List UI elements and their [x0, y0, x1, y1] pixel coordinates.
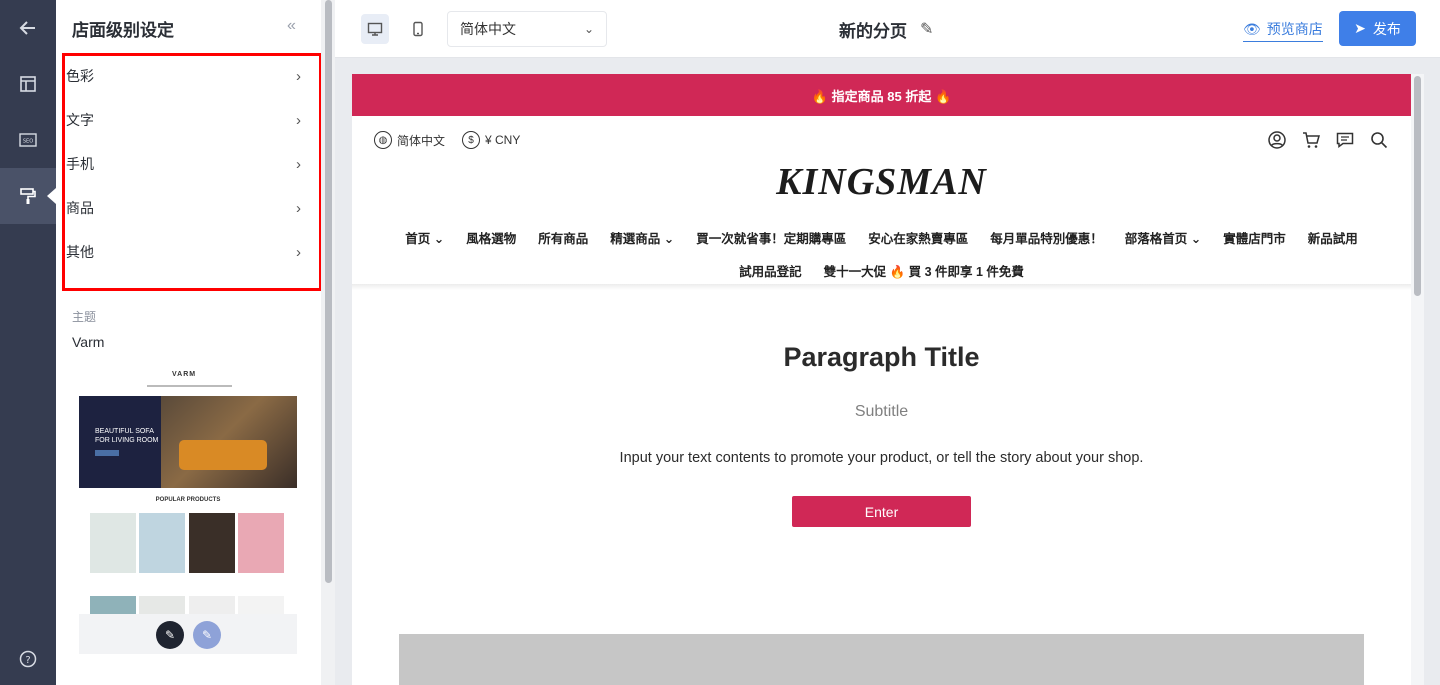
preview-store-link[interactable]: 👁 预览商店 [1243, 19, 1323, 42]
paragraph-subtitle: Subtitle [854, 403, 909, 420]
nav-item[interactable]: 部落格首页 ⌄ [1125, 228, 1201, 247]
main-nav-row-2: 試用品登記 雙十一大促 🔥 買 3 件即享 1 件免費 [352, 261, 1411, 280]
chevron-right-icon: › [296, 243, 301, 261]
mobile-icon [413, 21, 423, 37]
menu-item-label: 文字 [66, 112, 94, 128]
menu-item-label: 商品 [66, 200, 94, 216]
nav-item[interactable]: 所有商品 [538, 228, 588, 247]
util-currency: ¥ CNY [485, 133, 521, 147]
product-tile [90, 513, 136, 573]
layout-icon [20, 76, 36, 92]
edit-title-icon[interactable]: ✎ [920, 19, 933, 39]
desktop-icon [367, 22, 383, 36]
header-divider [352, 284, 1411, 290]
nav-item[interactable]: 首页 ⌄ [405, 228, 444, 247]
active-indicator [47, 188, 56, 204]
nav-item[interactable]: 買一次就省事！定期購專區 [696, 228, 846, 247]
nav-item[interactable]: 試用品登記 [739, 261, 802, 280]
thumbnail-logo: VARM [172, 371, 197, 378]
globe-icon: ◍ [374, 131, 392, 149]
theme-label: 主题 [72, 310, 97, 324]
help-button[interactable]: ? [0, 631, 56, 685]
message-icon[interactable] [1334, 129, 1356, 151]
enter-button[interactable]: Enter [792, 496, 971, 527]
nav-item[interactable]: 風格選物 [466, 228, 516, 247]
menu-item-mobile[interactable]: 手机 › [66, 142, 301, 186]
seo-button[interactable]: SEO [0, 112, 56, 168]
product-tile [139, 513, 185, 573]
language-value: 简体中文 [460, 21, 516, 37]
util-language: 简体中文 [397, 133, 446, 148]
eye-icon: 👁 [1243, 20, 1261, 37]
chevron-right-icon: › [296, 155, 301, 173]
image-placeholder [399, 634, 1364, 685]
main-nav-row-1: 首页 ⌄ 風格選物 所有商品 精選商品 ⌄ 買一次就省事！定期購專區 安心在家熱… [352, 228, 1411, 247]
theme-thumbnail[interactable]: VARM BEAUTIFUL SOFA FOR LIVING ROOM POPU… [79, 364, 297, 654]
nav-item[interactable]: 新品試用 [1308, 228, 1358, 247]
send-icon: ➤ [1354, 20, 1366, 36]
arrow-left-icon [19, 21, 35, 35]
menu-item-label: 其他 [66, 244, 94, 260]
publish-label: 发布 [1372, 20, 1401, 37]
store-logo[interactable]: KINGSMAN [352, 160, 1411, 204]
editor-topbar: 简体中文 ⌄ 新的分页 ✎ 👁 预览商店 ➤ 发布 [335, 0, 1440, 58]
chevron-down-icon: ⌄ [583, 22, 594, 36]
color-picker-bar [79, 614, 297, 654]
mobile-view-button[interactable] [404, 14, 432, 44]
cart-icon[interactable] [1300, 129, 1322, 151]
canvas-scrollbar[interactable] [1414, 76, 1421, 296]
language-switcher[interactable]: ◍ 简体中文 [374, 131, 445, 149]
menu-item-other[interactable]: 其他 › [66, 230, 301, 274]
menu-item-color[interactable]: 色彩 › [66, 54, 301, 98]
layout-button[interactable] [0, 56, 56, 112]
dollar-icon: $ [462, 131, 480, 149]
account-icon[interactable] [1266, 129, 1288, 151]
menu-item-label: 色彩 [66, 68, 94, 84]
svg-text:SEO: SEO [23, 139, 33, 145]
light-picker-icon[interactable]: ✎ [193, 621, 221, 649]
chevron-right-icon: › [296, 199, 301, 217]
search-icon[interactable] [1368, 129, 1390, 151]
nav-item[interactable]: 每月單品特別優惠！ [990, 228, 1103, 247]
nav-item[interactable]: 雙十一大促 🔥 買 3 件即享 1 件免費 [824, 261, 1024, 280]
help-icon: ? [19, 650, 37, 668]
chevron-right-icon: › [296, 111, 301, 129]
product-tile [189, 513, 235, 573]
paragraph-title: Paragraph Title [783, 342, 980, 372]
product-tile [238, 513, 284, 573]
collapse-icon[interactable]: « [287, 17, 296, 35]
paint-roller-icon [20, 188, 36, 204]
back-button[interactable] [0, 0, 56, 56]
thumbnail-nav [147, 385, 232, 387]
dark-picker-icon[interactable]: ✎ [156, 621, 184, 649]
svg-text:?: ? [25, 655, 30, 666]
preview-label: 预览商店 [1266, 21, 1323, 37]
hero-sofa-image [179, 440, 267, 470]
nav-item[interactable]: 安心在家熱賣專區 [868, 228, 968, 247]
thumbnail-popular-heading: POPULAR PRODUCTS [155, 497, 221, 503]
thumbnail-hero: BEAUTIFUL SOFA FOR LIVING ROOM [79, 396, 297, 488]
left-rail: SEO ? [0, 0, 56, 685]
hero-text: BEAUTIFUL SOFA FOR LIVING ROOM [95, 428, 159, 444]
publish-button[interactable]: ➤ 发布 [1339, 11, 1416, 46]
panel-title: 店面级别设定 [72, 21, 174, 40]
language-select[interactable]: 简体中文 ⌄ [447, 11, 607, 47]
promo-banner[interactable]: 🔥 指定商品 85 折起 🔥 [352, 74, 1411, 116]
page-title: 新的分页 [839, 22, 907, 41]
menu-item-product[interactable]: 商品 › [66, 186, 301, 230]
currency-switcher[interactable]: $ ¥ CNY [462, 131, 520, 149]
nav-item[interactable]: 精選商品 ⌄ [610, 228, 674, 247]
settings-panel: 店面级别设定 « 色彩 › 文字 › 手机 › 商品 › 其他 › 主题 Var… [56, 0, 321, 685]
theme-name: Varm [72, 334, 105, 350]
panel-scrollbar[interactable] [325, 0, 332, 583]
paragraph-body: Input your text contents to promote your… [619, 450, 1144, 466]
menu-item-text[interactable]: 文字 › [66, 98, 301, 142]
desktop-view-button[interactable] [361, 14, 389, 44]
seo-icon: SEO [19, 133, 37, 147]
store-preview-canvas: 🔥 指定商品 85 折起 🔥 ◍ 简体中文 $ ¥ CNY KINGSMAN 首… [352, 74, 1411, 685]
chevron-right-icon: › [296, 67, 301, 85]
nav-item[interactable]: 實體店門市 [1223, 228, 1286, 247]
hero-button [95, 450, 119, 456]
menu-item-label: 手机 [66, 156, 94, 172]
